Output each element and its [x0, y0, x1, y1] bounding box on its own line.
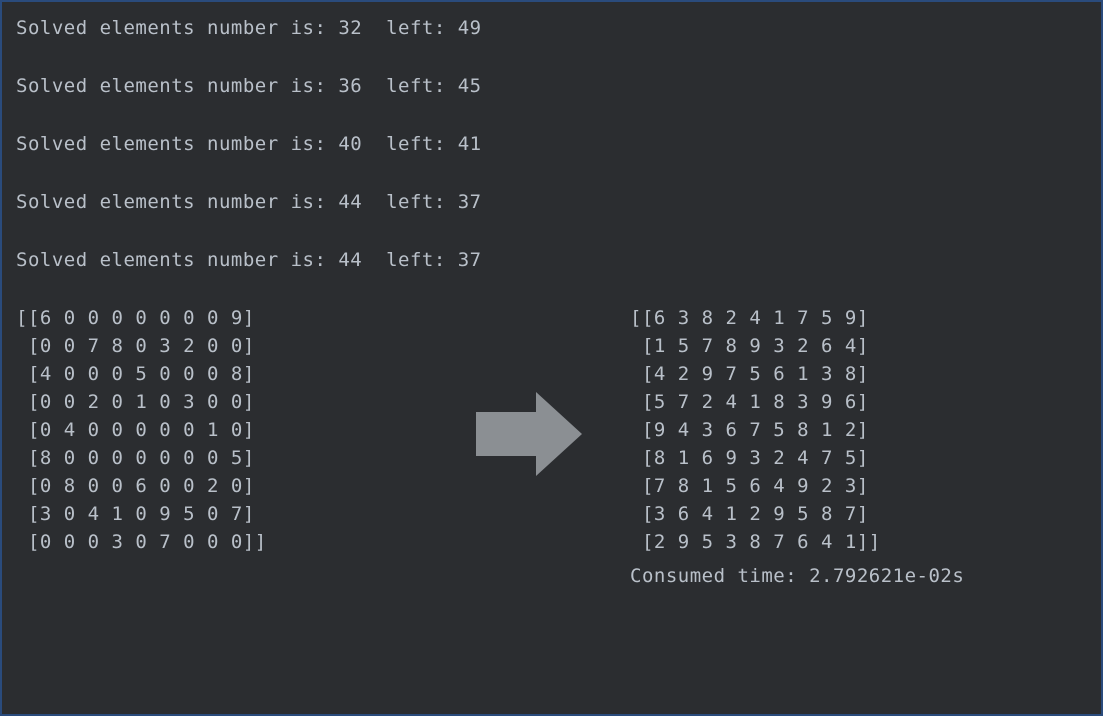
- progress-line-2: Solved elements number is: 40 left: 41: [16, 130, 1101, 158]
- arrow-right-icon: [476, 389, 586, 479]
- progress-text: Solved elements number is: 44 left: 37: [16, 191, 482, 213]
- terminal-output: Solved elements number is: 32 left: 49 S…: [0, 0, 1103, 716]
- progress-line-3: Solved elements number is: 44 left: 37: [16, 188, 1101, 216]
- progress-text: Solved elements number is: 32 left: 49: [16, 17, 482, 39]
- input-matrix: [[6 0 0 0 0 0 0 0 9] [0 0 7 8 0 3 2 0 0]…: [16, 304, 267, 556]
- output-matrix: [[6 3 8 2 4 1 7 5 9] [1 5 7 8 9 3 2 6 4]…: [630, 304, 881, 556]
- consumed-time: Consumed time: 2.792621e-02s: [630, 562, 964, 590]
- progress-line-0: Solved elements number is: 32 left: 49: [16, 14, 1101, 42]
- progress-line-1: Solved elements number is: 36 left: 45: [16, 72, 1101, 100]
- progress-text: Solved elements number is: 36 left: 45: [16, 75, 482, 97]
- matrix-comparison: [[6 0 0 0 0 0 0 0 9] [0 0 7 8 0 3 2 0 0]…: [16, 304, 1101, 614]
- progress-text: Solved elements number is: 44 left: 37: [16, 249, 482, 271]
- progress-line-4: Solved elements number is: 44 left: 37: [16, 246, 1101, 274]
- progress-text: Solved elements number is: 40 left: 41: [16, 133, 482, 155]
